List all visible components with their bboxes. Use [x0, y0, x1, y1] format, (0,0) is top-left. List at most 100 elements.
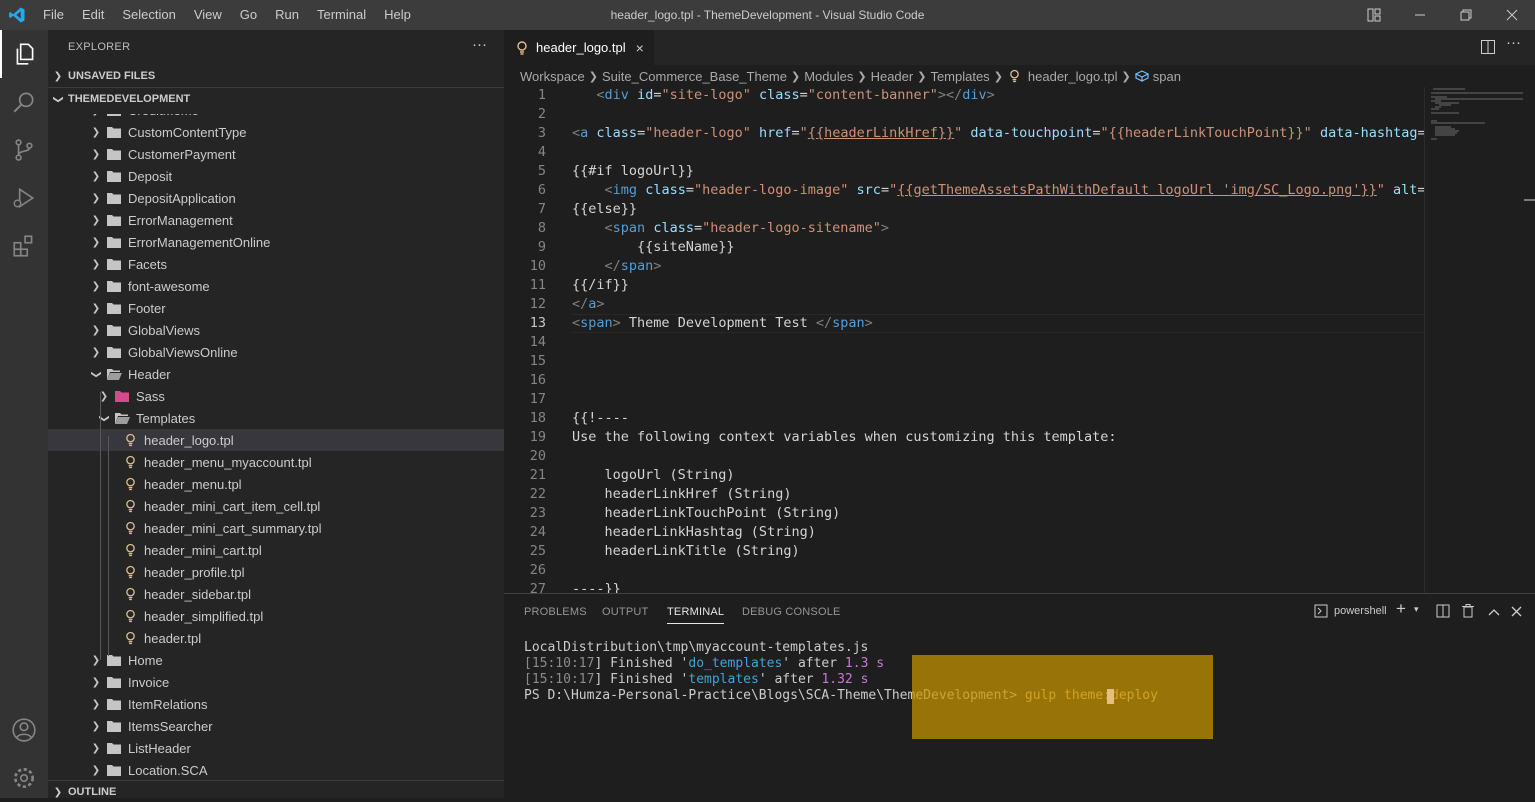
tree-item[interactable]: ❯ ErrorManagementOnline: [48, 231, 504, 253]
menu-terminal[interactable]: Terminal: [308, 0, 375, 30]
chevron-right-icon: ❯: [91, 148, 101, 160]
tree-item[interactable]: ❯ font-awesome: [48, 275, 504, 297]
project-header[interactable]: ❯ THEMEDEVELOPMENT: [48, 87, 504, 110]
tree-item[interactable]: header_simplified.tpl: [48, 605, 504, 627]
tree-item[interactable]: ❯ CreditMemo: [48, 114, 504, 121]
chevron-right-icon: ❯: [91, 236, 101, 248]
tree-item-label: GlobalViewsOnline: [128, 344, 238, 360]
breadcrumb-item[interactable]: Suite_Commerce_Base_Theme: [602, 69, 787, 84]
menu-help[interactable]: Help: [375, 0, 420, 30]
tree-item[interactable]: header.tpl: [48, 627, 504, 649]
tree-item[interactable]: ❯ GlobalViews: [48, 319, 504, 341]
tree-item[interactable]: ❯ Location.SCA: [48, 759, 504, 776]
breadcrumb-item[interactable]: Header: [871, 69, 914, 84]
tree-item[interactable]: ❯ ItemsSearcher: [48, 715, 504, 737]
settings-gear-icon[interactable]: [0, 754, 48, 802]
tree-item[interactable]: header_mini_cart_item_cell.tpl: [48, 495, 504, 517]
terminal-shell-selector[interactable]: powershell: [1314, 604, 1387, 618]
editor-more-icon[interactable]: ···: [1506, 34, 1521, 51]
tree-item[interactable]: ❯ Templates: [48, 407, 504, 429]
code-editor[interactable]: 1 <div id="site-logo" class="content-ban…: [504, 87, 1424, 593]
folder-icon: [106, 124, 122, 140]
tree-item[interactable]: ❯ CustomerPayment: [48, 143, 504, 165]
unsaved-files-label: UNSAVED FILES: [68, 70, 156, 82]
close-panel-icon[interactable]: [1511, 605, 1522, 620]
new-terminal-icon[interactable]: +: [1396, 599, 1406, 619]
layout-toggle-icon[interactable]: [1351, 0, 1397, 30]
tree-item[interactable]: header_menu.tpl: [48, 473, 504, 495]
menu-selection[interactable]: Selection: [113, 0, 184, 30]
panel-tab-problems[interactable]: PROBLEMS: [524, 606, 587, 618]
panel-tab-terminal[interactable]: TERMINAL: [667, 606, 725, 624]
tree-item-label: Location.SCA: [128, 762, 208, 777]
more-actions-icon[interactable]: ···: [472, 36, 487, 53]
tree-item[interactable]: ❯ ItemRelations: [48, 693, 504, 715]
tree-item-label: header_menu.tpl: [144, 476, 242, 492]
unsaved-files-header[interactable]: ❯ UNSAVED FILES: [48, 65, 504, 87]
close-window-icon[interactable]: [1489, 0, 1535, 30]
search-icon[interactable]: [0, 78, 48, 126]
breadcrumb-item[interactable]: Workspace: [520, 69, 585, 84]
breadcrumb-item[interactable]: span: [1153, 69, 1181, 84]
explorer-icon[interactable]: [0, 30, 48, 78]
breadcrumb-item[interactable]: Templates: [930, 69, 989, 84]
tree-item[interactable]: ❯ DepositApplication: [48, 187, 504, 209]
breadcrumb-item[interactable]: header_logo.tpl: [1028, 69, 1118, 84]
tree-item[interactable]: ❯ ErrorManagement: [48, 209, 504, 231]
code-line: 17: [504, 390, 1424, 409]
title-bar: File Edit Selection View Go Run Terminal Help h…: [0, 0, 1535, 30]
tree-item[interactable]: ❯ Invoice: [48, 671, 504, 693]
tree-item-label: header_logo.tpl: [144, 432, 234, 448]
minimize-icon[interactable]: [1397, 0, 1443, 30]
chevron-down-icon[interactable]: ▾: [1414, 604, 1419, 615]
chevron-right-icon: ❯: [91, 126, 101, 138]
maximize-panel-icon[interactable]: [1488, 605, 1500, 620]
tree-item-label: Home: [128, 652, 163, 668]
breadcrumb-item[interactable]: Modules: [804, 69, 853, 84]
source-control-icon[interactable]: [0, 126, 48, 174]
chevron-right-icon: ❯: [91, 764, 101, 776]
tree-item[interactable]: header_menu_myaccount.tpl: [48, 451, 504, 473]
panel-tab-debug-console[interactable]: DEBUG CONSOLE: [742, 606, 841, 618]
line-number: 7: [537, 201, 546, 217]
tree-item[interactable]: ❯ Home: [48, 649, 504, 671]
restore-icon[interactable]: [1443, 0, 1489, 30]
tree-item[interactable]: ❯ Facets: [48, 253, 504, 275]
tree-item[interactable]: ❯ Footer: [48, 297, 504, 319]
run-debug-icon[interactable]: [0, 174, 48, 222]
menu-file[interactable]: File: [34, 0, 73, 30]
split-editor-icon[interactable]: [1480, 39, 1496, 58]
line-number: 23: [529, 505, 546, 521]
tree-item[interactable]: ❯ GlobalViewsOnline: [48, 341, 504, 363]
split-terminal-icon[interactable]: [1436, 604, 1450, 621]
menu-view[interactable]: View: [185, 0, 231, 30]
tree-item[interactable]: ❯ ListHeader: [48, 737, 504, 759]
code-text: {{#if logoUrl}}: [572, 163, 694, 179]
tree-item[interactable]: ❯ Deposit: [48, 165, 504, 187]
tree-item-label: header_menu_myaccount.tpl: [144, 454, 312, 470]
tree-item[interactable]: header_mini_cart_summary.tpl: [48, 517, 504, 539]
editor-scrollbar[interactable]: [1524, 87, 1535, 593]
tree-item[interactable]: header_profile.tpl: [48, 561, 504, 583]
line-number: 26: [529, 562, 546, 578]
trash-icon[interactable]: [1462, 604, 1474, 621]
minimap[interactable]: [1424, 87, 1525, 593]
tree-item[interactable]: header_sidebar.tpl: [48, 583, 504, 605]
outline-header[interactable]: ❯ OUTLINE: [48, 780, 504, 798]
tree-item[interactable]: header_logo.tpl: [48, 429, 504, 451]
account-icon[interactable]: [0, 706, 48, 754]
tree-item[interactable]: ❯ Sass: [48, 385, 504, 407]
code-line: 1 <div id="site-logo" class="content-ban…: [504, 87, 1424, 105]
tree-item[interactable]: header_mini_cart.tpl: [48, 539, 504, 561]
menu-go[interactable]: Go: [231, 0, 266, 30]
folder-icon: [106, 300, 122, 316]
tab-close-icon[interactable]: ×: [636, 40, 644, 56]
extensions-icon[interactable]: [0, 222, 48, 270]
tab-header-logo[interactable]: header_logo.tpl ×: [504, 30, 654, 65]
tree-item[interactable]: ❯ CustomContentType: [48, 121, 504, 143]
menu-run[interactable]: Run: [266, 0, 308, 30]
menu-edit[interactable]: Edit: [73, 0, 113, 30]
explorer-sidebar: EXPLORER ··· ❯ UNSAVED FILES ❯ THEMEDEVE…: [48, 30, 504, 798]
panel-tab-output[interactable]: OUTPUT: [602, 606, 648, 618]
tree-item[interactable]: ❯ Header: [48, 363, 504, 385]
